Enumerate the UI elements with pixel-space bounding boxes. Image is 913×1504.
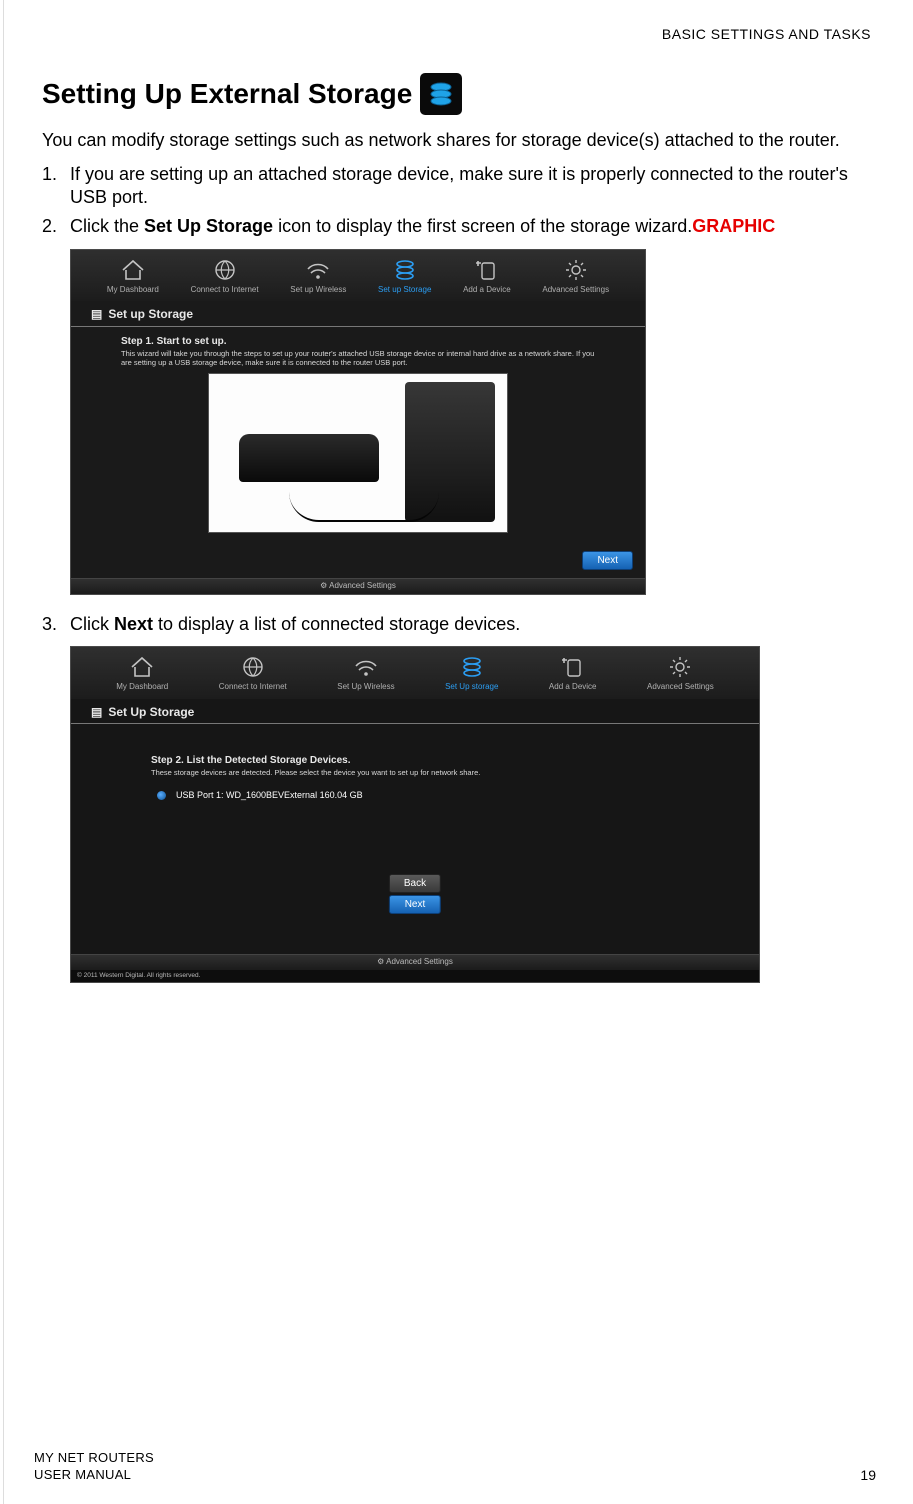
home-icon (128, 655, 156, 679)
wizard-step1-screenshot: My Dashboard Connect to Internet Set up … (70, 249, 646, 595)
wizard-step2-screenshot: My Dashboard Connect to Internet Set Up … (70, 646, 760, 983)
copyright-footer: © 2011 Western Digital. All rights reser… (71, 970, 759, 982)
storage-icon (420, 73, 462, 115)
nav-my-dashboard[interactable]: My Dashboard (116, 655, 168, 692)
drive-icon: ▤ (91, 705, 102, 721)
next-button[interactable]: Next (389, 895, 441, 914)
steps-list: 1. If you are setting up an attached sto… (42, 163, 876, 239)
add-device-icon (473, 258, 501, 282)
wifi-icon (304, 258, 332, 282)
bottom-bar[interactable]: ⚙ Advanced Settings (71, 578, 645, 593)
page-number: 19 (860, 1466, 876, 1484)
bold-term: Next (114, 614, 153, 634)
section-heading: Setting Up External Storage (42, 73, 876, 115)
nav-advanced-settings[interactable]: Advanced Settings (647, 655, 714, 692)
globe-icon (211, 258, 239, 282)
storage-icon (458, 655, 486, 679)
page-header: BASIC SETTINGS AND TASKS (34, 25, 871, 43)
nav-setup-wireless[interactable]: Set Up Wireless (337, 655, 394, 692)
step-title: Step 1. Start to set up. (121, 335, 595, 348)
footer-line2: USER MANUAL (34, 1467, 154, 1484)
nav-connect-internet[interactable]: Connect to Internet (219, 655, 287, 692)
nav-my-dashboard[interactable]: My Dashboard (107, 258, 159, 295)
nav-setup-storage[interactable]: Set up Storage (378, 258, 431, 295)
nav-setup-storage[interactable]: Set Up storage (445, 655, 498, 692)
next-button[interactable]: Next (582, 551, 633, 570)
nav-add-device[interactable]: Add a Device (549, 655, 597, 692)
nav-setup-wireless[interactable]: Set up Wireless (290, 258, 346, 295)
gear-icon (562, 258, 590, 282)
router-drive-illustration (208, 373, 508, 533)
gear-icon (666, 655, 694, 679)
add-device-icon (559, 655, 587, 679)
graphic-label: GRAPHIC (692, 216, 775, 236)
step-text: If you are setting up an attached storag… (70, 163, 876, 210)
intro-text: You can modify storage settings such as … (42, 129, 876, 152)
wifi-icon (352, 655, 380, 679)
step-text: Click the Set Up Storage icon to display… (70, 215, 876, 238)
step-number: 1. (42, 163, 70, 210)
nav-row: My Dashboard Connect to Internet Set up … (71, 250, 645, 301)
nav-add-device[interactable]: Add a Device (463, 258, 511, 295)
nav-connect-internet[interactable]: Connect to Internet (191, 258, 259, 295)
panel-title: ▤ Set Up Storage (71, 699, 759, 725)
globe-icon (239, 655, 267, 679)
bold-term: Set Up Storage (144, 216, 273, 236)
footer-line1: MY NET ROUTERS (34, 1450, 154, 1467)
step-text: Click Next to display a list of connecte… (70, 613, 876, 636)
radio-selected-icon (157, 791, 166, 800)
steps-list-cont: 3. Click Next to display a list of conne… (42, 613, 876, 636)
step-title: Step 2. List the Detected Storage Device… (151, 754, 709, 767)
drive-icon: ▤ (91, 307, 102, 323)
step-number: 2. (42, 215, 70, 238)
step-description: These storage devices are detected. Plea… (151, 768, 709, 777)
page-footer: MY NET ROUTERS USER MANUAL 19 (34, 1450, 876, 1484)
step-description: This wizard will take you through the st… (121, 349, 595, 368)
detected-device-label: USB Port 1: WD_1600BEVExternal 160.04 GB (176, 790, 363, 802)
panel-title: ▤ Set up Storage (71, 301, 645, 327)
bottom-bar[interactable]: ⚙ Advanced Settings (71, 954, 759, 969)
step-number: 3. (42, 613, 70, 636)
nav-row: My Dashboard Connect to Internet Set Up … (71, 647, 759, 698)
nav-advanced-settings[interactable]: Advanced Settings (542, 258, 609, 295)
detected-device-row[interactable]: USB Port 1: WD_1600BEVExternal 160.04 GB (151, 784, 709, 802)
back-button[interactable]: Back (389, 874, 441, 893)
home-icon (119, 258, 147, 282)
section-heading-text: Setting Up External Storage (42, 76, 412, 112)
storage-icon (391, 258, 419, 282)
